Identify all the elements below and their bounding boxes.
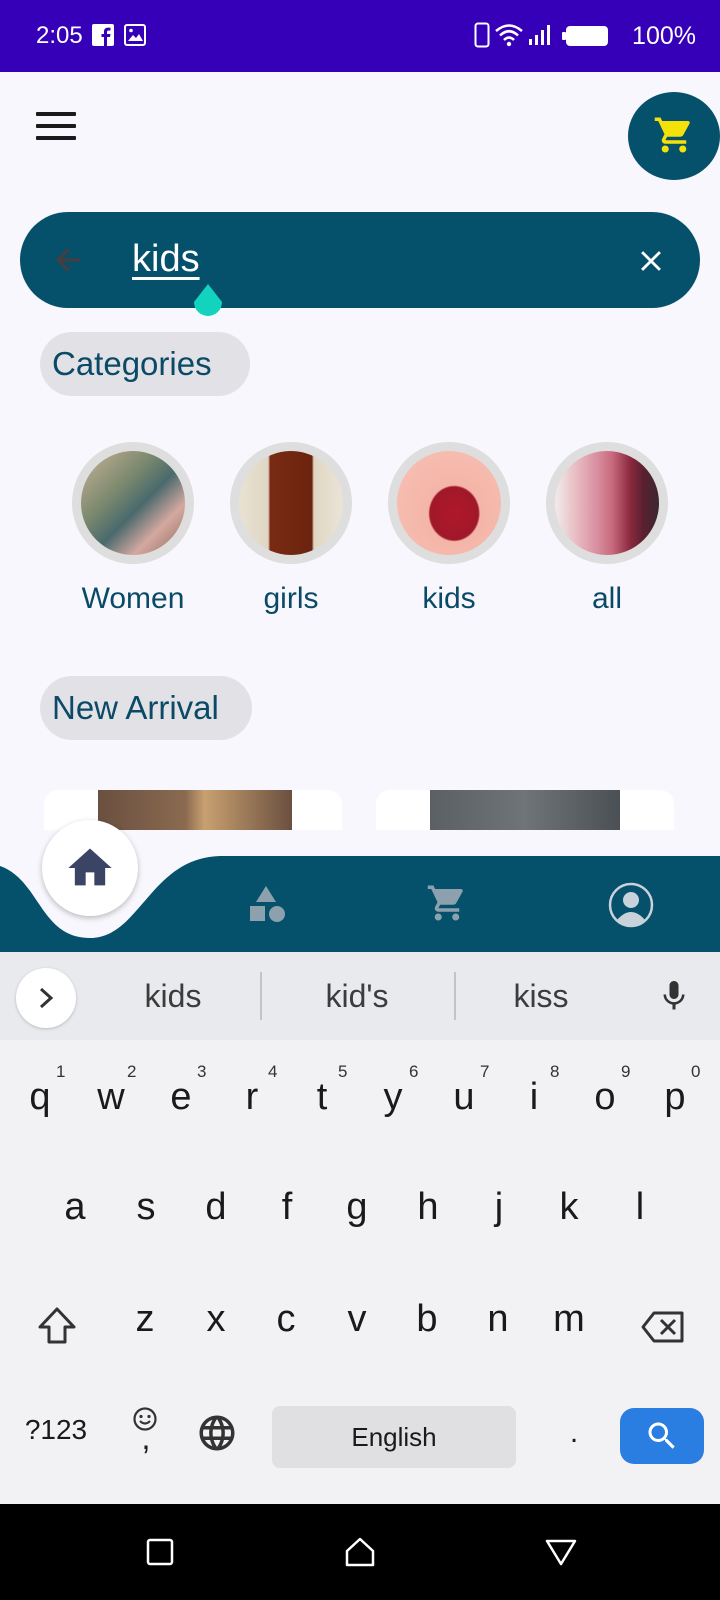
search-icon <box>648 1422 675 1449</box>
key-m[interactable]: m <box>539 1298 599 1341</box>
category-all[interactable] <box>546 442 668 564</box>
nav-cart-icon[interactable] <box>426 882 468 924</box>
system-back-icon[interactable] <box>544 1538 578 1566</box>
categories-heading: Categories <box>40 332 250 396</box>
backspace-key[interactable] <box>640 1310 686 1344</box>
chevron-right-icon <box>39 987 54 1009</box>
key-hint-2: 2 <box>127 1062 137 1081</box>
suggestion-1[interactable]: kids <box>98 978 248 1015</box>
category-kids-image <box>397 451 501 555</box>
category-label-kids[interactable]: kids <box>369 582 529 616</box>
category-label-girls[interactable]: girls <box>211 582 371 616</box>
key-v[interactable]: v <box>327 1298 387 1341</box>
key-y[interactable]: y <box>363 1076 423 1119</box>
category-label-women[interactable]: Women <box>53 582 213 616</box>
space-key[interactable]: English <box>272 1406 516 1468</box>
menu-icon[interactable] <box>36 112 76 144</box>
status-time: 2:05 <box>36 22 83 49</box>
key-hint-4: 4 <box>268 1062 278 1081</box>
key-hint-5: 5 <box>338 1062 348 1081</box>
cart-button[interactable] <box>628 92 720 180</box>
clear-icon[interactable] <box>634 244 668 278</box>
key-a[interactable]: a <box>45 1186 105 1229</box>
key-n[interactable]: n <box>468 1298 528 1341</box>
key-hint-6: 6 <box>409 1062 419 1081</box>
key-o[interactable]: o <box>575 1076 635 1119</box>
category-label-all[interactable]: all <box>527 582 687 616</box>
symbols-key[interactable]: ?123 <box>20 1414 92 1446</box>
key-g[interactable]: g <box>327 1186 387 1229</box>
text-cursor-handle[interactable] <box>188 284 228 324</box>
key-hint-7: 7 <box>480 1062 490 1081</box>
key-hint-3: 3 <box>197 1062 207 1081</box>
signal-icon <box>529 25 550 45</box>
globe-icon[interactable] <box>196 1412 238 1454</box>
key-b[interactable]: b <box>397 1298 457 1341</box>
key-z[interactable]: z <box>115 1298 175 1341</box>
suggestion-2[interactable]: kid's <box>282 978 432 1015</box>
key-w[interactable]: w <box>81 1076 141 1119</box>
category-girls[interactable] <box>230 442 352 564</box>
microphone-icon[interactable] <box>656 974 692 1018</box>
key-c[interactable]: c <box>256 1298 316 1341</box>
suggestion-expand-button[interactable] <box>16 968 76 1028</box>
category-women-image <box>81 451 185 555</box>
key-hint-1: 1 <box>56 1062 66 1081</box>
cart-icon <box>654 117 690 153</box>
key-hint-9: 9 <box>621 1062 631 1081</box>
search-bar[interactable] <box>20 212 700 308</box>
search-key[interactable] <box>620 1408 704 1464</box>
key-p[interactable]: p <box>645 1076 705 1119</box>
key-hint-8: 8 <box>550 1062 560 1081</box>
profile-icon[interactable] <box>608 882 654 928</box>
wifi-icon <box>495 24 523 47</box>
key-d[interactable]: d <box>186 1186 246 1229</box>
key-k[interactable]: k <box>539 1186 599 1229</box>
category-girls-image <box>239 451 343 555</box>
system-home-icon[interactable] <box>344 1536 376 1568</box>
phone-icon <box>474 22 490 48</box>
key-h[interactable]: h <box>398 1186 458 1229</box>
category-all-image <box>555 451 659 555</box>
key-f[interactable]: f <box>257 1186 317 1229</box>
image-icon <box>124 24 146 46</box>
battery-icon <box>562 26 608 46</box>
suggestion-3[interactable]: kiss <box>466 978 616 1015</box>
key-x[interactable]: x <box>186 1298 246 1341</box>
key-hint-0: 0 <box>691 1062 701 1081</box>
recent-apps-icon[interactable] <box>146 1538 174 1566</box>
category-kids[interactable] <box>388 442 510 564</box>
facebook-icon <box>92 24 114 46</box>
back-arrow-icon[interactable] <box>50 242 86 278</box>
period-key[interactable]: . <box>544 1416 604 1450</box>
battery-percentage: 100% <box>632 22 696 50</box>
categories-icon[interactable] <box>248 884 288 924</box>
comma-key[interactable]: , <box>116 1420 176 1457</box>
key-l[interactable]: l <box>610 1186 670 1229</box>
category-women[interactable] <box>72 442 194 564</box>
key-j[interactable]: j <box>469 1186 529 1229</box>
key-i[interactable]: i <box>504 1076 564 1119</box>
key-t[interactable]: t <box>292 1076 352 1119</box>
new-arrival-heading: New Arrival <box>40 676 252 740</box>
key-u[interactable]: u <box>434 1076 494 1119</box>
suggestion-divider <box>260 972 262 1020</box>
home-button[interactable] <box>42 820 138 916</box>
suggestion-divider <box>454 972 456 1020</box>
shift-key[interactable] <box>36 1306 78 1346</box>
key-e[interactable]: e <box>151 1076 211 1119</box>
key-r[interactable]: r <box>222 1076 282 1119</box>
key-s[interactable]: s <box>116 1186 176 1229</box>
key-q[interactable]: q <box>10 1076 70 1119</box>
home-icon <box>68 848 112 886</box>
search-input[interactable]: kids <box>132 238 200 281</box>
